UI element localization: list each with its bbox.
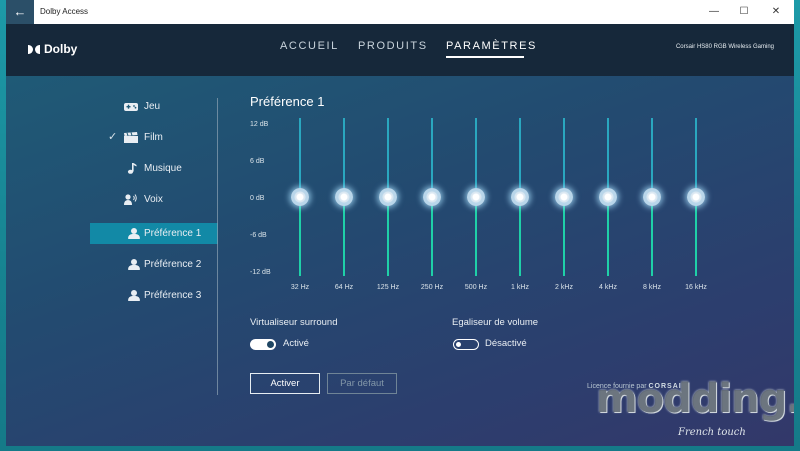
eq-slider[interactable] <box>290 118 310 276</box>
db-label: 12 dB <box>250 121 269 128</box>
sidebar-item-label: Préférence 3 <box>144 290 202 301</box>
window-title: Dolby Access <box>40 7 89 16</box>
eq-knob[interactable] <box>467 188 485 206</box>
volume-leveler-toggle[interactable] <box>453 339 479 350</box>
eq-knob[interactable] <box>555 188 573 206</box>
eq-frequency-label: 4 kHz <box>599 284 617 291</box>
db-label: -12 dB <box>250 269 271 276</box>
gamepad-icon <box>124 103 138 111</box>
eq-track-fill <box>563 197 565 276</box>
eq-track-fill <box>431 197 433 276</box>
eq-knob[interactable] <box>687 188 705 206</box>
eq-track-fill <box>695 197 697 276</box>
sidebar-item-preference-2[interactable]: Préférence 2 <box>90 254 218 275</box>
eq-slider[interactable] <box>598 118 618 276</box>
eq-knob[interactable] <box>511 188 529 206</box>
eq-frequency-label: 1 kHz <box>511 284 529 291</box>
nav-accueil[interactable]: ACCUEIL <box>280 40 339 52</box>
sidebar-item-label: Film <box>144 132 163 143</box>
voice-icon <box>124 194 137 205</box>
db-label: -6 dB <box>250 232 267 239</box>
eq-frequency-label: 64 Hz <box>334 284 354 291</box>
eq-knob[interactable] <box>423 188 441 206</box>
eq-slider[interactable] <box>334 118 354 276</box>
logo-text: Dolby <box>44 42 78 56</box>
dolby-logo: Dolby <box>28 42 77 56</box>
eq-track-fill <box>519 197 521 276</box>
sidebar-item-preference-3[interactable]: Préférence 3 <box>90 285 218 306</box>
minimize-button[interactable]: — <box>699 0 729 24</box>
equalizer-title: Préférence 1 <box>250 94 325 109</box>
sidebar-item-label: Préférence 1 <box>144 228 202 239</box>
sidebar-item-jeu[interactable]: Jeu <box>90 96 218 117</box>
device-name[interactable]: Corsair HS80 RGB Wireless Gaming <box>676 44 774 50</box>
back-button[interactable]: ← <box>6 0 34 24</box>
eq-track-fill <box>651 197 653 276</box>
eq-track-fill <box>607 197 609 276</box>
clapperboard-icon <box>124 132 138 143</box>
music-note-icon <box>127 163 137 174</box>
eq-frequency-label: 32 Hz <box>290 284 310 291</box>
close-button[interactable]: ✕ <box>761 0 791 24</box>
eq-slider[interactable] <box>642 118 662 276</box>
watermark-subtitle: French touch <box>678 427 746 438</box>
settings-content: Jeu ✓ Film Musique Voix Préférence 1 Pré… <box>6 76 794 446</box>
eq-knob[interactable] <box>599 188 617 206</box>
eq-track-fill <box>343 197 345 276</box>
surround-state: Activé <box>283 338 309 349</box>
checkmark-icon: ✓ <box>108 131 118 143</box>
sidebar-item-musique[interactable]: Musique <box>90 158 218 179</box>
eq-frequency-label: 16 kHz <box>685 284 707 291</box>
title-bar: ← Dolby Access — ☐ ✕ <box>6 0 794 24</box>
volume-leveler-label: Egaliseur de volume <box>452 317 539 328</box>
eq-track-fill <box>299 197 301 276</box>
eq-slider[interactable] <box>422 118 442 276</box>
sidebar-item-voix[interactable]: Voix <box>90 189 218 210</box>
apply-button[interactable]: Activer <box>250 373 320 394</box>
sidebar-divider <box>217 98 218 395</box>
maximize-button[interactable]: ☐ <box>729 0 759 24</box>
nav-active-underline <box>446 56 524 58</box>
eq-slider[interactable] <box>378 118 398 276</box>
eq-slider[interactable] <box>686 118 706 276</box>
back-arrow-icon: ← <box>13 4 27 19</box>
db-label: 0 dB <box>250 195 265 202</box>
eq-frequency-label: 250 Hz <box>420 284 444 291</box>
eq-slider[interactable] <box>466 118 486 276</box>
sidebar-item-label: Voix <box>144 194 163 205</box>
db-label: 6 dB <box>250 158 265 165</box>
nav-produits[interactable]: PRODUITS <box>358 40 428 52</box>
default-button[interactable]: Par défaut <box>327 373 397 394</box>
app-window: ← Dolby Access — ☐ ✕ Dolby ACCUEIL PRODU… <box>6 0 794 446</box>
eq-frequency-label: 500 Hz <box>464 284 488 291</box>
eq-track-fill <box>475 197 477 276</box>
eq-knob[interactable] <box>643 188 661 206</box>
surround-toggle[interactable] <box>250 339 276 350</box>
sidebar-item-film[interactable]: ✓ Film <box>90 127 218 148</box>
eq-frequency-label: 125 Hz <box>376 284 400 291</box>
eq-track-fill <box>387 197 389 276</box>
sidebar-item-label: Musique <box>144 163 182 174</box>
eq-knob[interactable] <box>335 188 353 206</box>
volume-leveler-state: Désactivé <box>485 338 527 349</box>
sidebar-item-preference-1[interactable]: Préférence 1 <box>90 223 218 244</box>
eq-knob[interactable] <box>291 188 309 206</box>
eq-knob[interactable] <box>379 188 397 206</box>
equalizer: 12 dB 6 dB 0 dB -6 dB -12 dB 32 Hz 64 Hz 1… <box>250 118 720 298</box>
app-header: Dolby ACCUEIL PRODUITS PARAMÈTRES Corsai… <box>6 24 794 76</box>
eq-frequency-label: 8 kHz <box>643 284 661 291</box>
surround-label: Virtualiseur surround <box>250 317 338 328</box>
eq-slider[interactable] <box>554 118 574 276</box>
watermark: modding.fr <box>596 376 794 422</box>
nav-parametres[interactable]: PARAMÈTRES <box>446 40 537 52</box>
eq-frequency-label: 2 kHz <box>555 284 573 291</box>
sidebar-item-label: Jeu <box>144 101 161 112</box>
sidebar-item-label: Préférence 2 <box>144 259 202 270</box>
dolby-double-d-icon <box>28 44 40 54</box>
eq-slider[interactable] <box>510 118 530 276</box>
